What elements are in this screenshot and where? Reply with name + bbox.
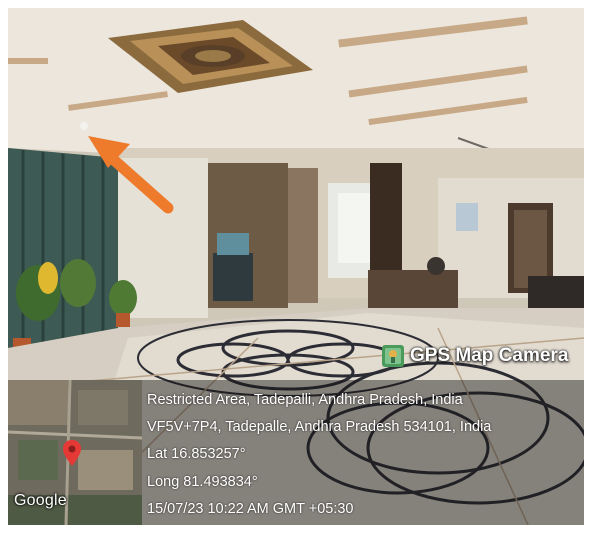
location-info-panel: Restricted Area, Tadepalli, Andhra Prade… [142,380,584,525]
photo: GPS Map Camera Google Restricted Area, T… [8,8,584,525]
map-pin-icon [63,440,81,466]
photo-frame: GPS Map Camera Google Restricted Area, T… [0,0,592,533]
latitude: Lat 16.853257° [147,446,246,462]
gps-map-camera-brand: GPS Map Camera [382,341,568,371]
address-line-1: Restricted Area, Tadepalli, Andhra Prade… [147,392,463,408]
address-line-2: VF5V+7P4, Tadepalle, Andhra Pradesh 5341… [147,419,492,435]
gps-map-camera-logo-icon [382,345,404,367]
map-thumbnail: Google [8,380,142,525]
longitude: Long 81.493834° [147,474,258,490]
google-map-label: Google [14,492,67,509]
brand-label: GPS Map Camera [410,345,569,366]
timestamp: 15/07/23 10:22 AM GMT +05:30 [147,501,354,517]
